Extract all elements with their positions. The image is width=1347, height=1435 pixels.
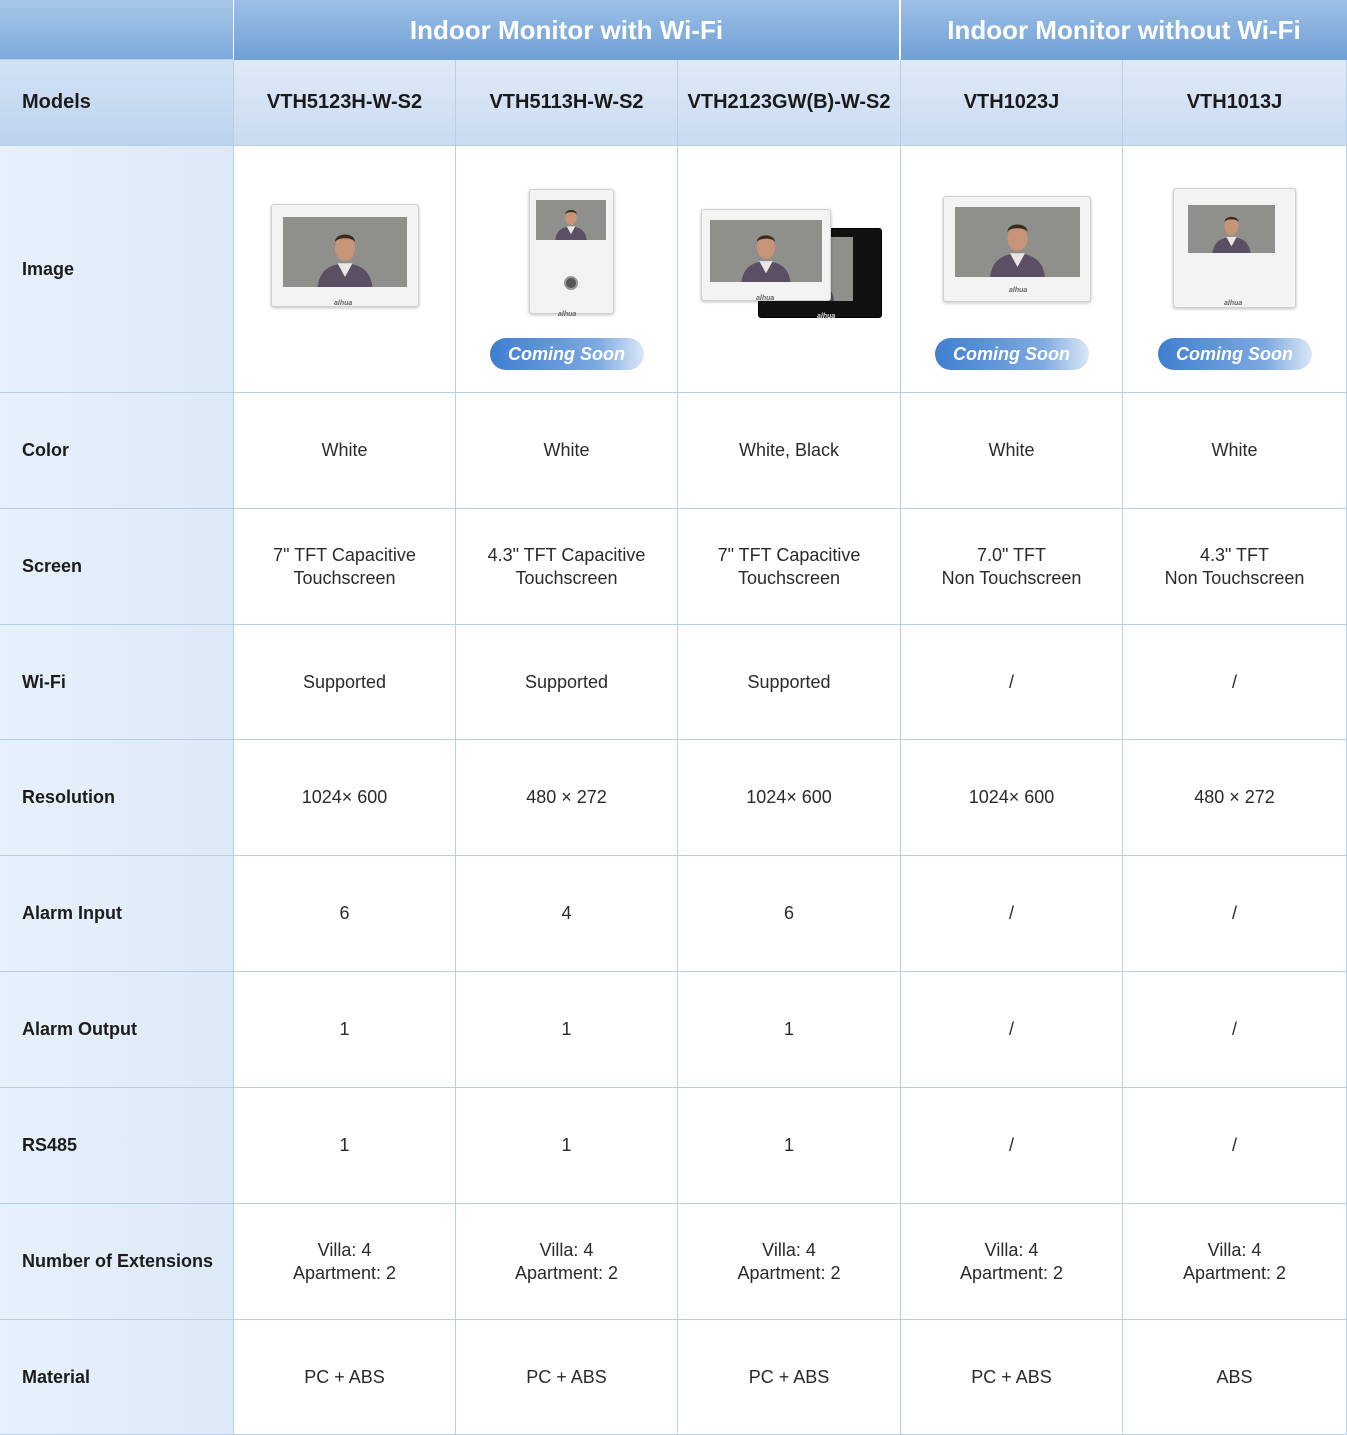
extensions-value: Villa: 4 Apartment: 2 [678,1204,901,1320]
call-button-icon [564,276,578,290]
rs485-value: 1 [234,1088,456,1204]
color-value: White [456,393,678,509]
material-value: PC + ABS [456,1320,678,1435]
portrait-screen [710,220,822,282]
resolution-value: 480 × 272 [456,740,678,856]
alarm-output-value: / [1123,972,1347,1088]
product-image-cell: alhua Coming Soon [1123,146,1347,393]
model-name: VTH2123GW(B)-W-S2 [678,60,901,146]
wifi-value: / [901,625,1123,740]
monitor-image: alhua [701,209,831,302]
portrait-screen [283,217,407,287]
brand-logo: alhua [756,295,775,302]
brand-logo: alhua [817,313,836,320]
alarm-input-value: / [901,856,1123,972]
monitor-image: alhua [1173,188,1296,308]
row-label-alarm-input: Alarm Input [0,856,234,972]
portrait-screen [955,207,1080,277]
resolution-value: 1024× 600 [678,740,901,856]
brand-logo: alhua [1224,300,1243,307]
header-corner [0,0,234,60]
alarm-output-value: 1 [234,972,456,1088]
screen-value: 7" TFT Capacitive Touchscreen [234,509,456,625]
coming-soon-badge: Coming Soon [1157,338,1312,370]
product-image-cell: alhua Coming Soon [456,146,678,393]
row-label-models: Models [0,60,234,146]
comparison-table: Indoor Monitor with Wi-Fi Indoor Monitor… [0,0,1347,1435]
wifi-value: Supported [234,625,456,740]
group-header-no-wifi: Indoor Monitor without Wi-Fi [901,0,1347,60]
rs485-value: 1 [456,1088,678,1204]
rs485-value: / [1123,1088,1347,1204]
product-image-cell: alhua [234,146,456,393]
group-header-wifi: Indoor Monitor with Wi-Fi [234,0,901,60]
color-value: White [1123,393,1347,509]
brand-logo: alhua [558,311,577,318]
color-value: White [901,393,1123,509]
model-name: VTH5113H-W-S2 [456,60,678,146]
wifi-value: Supported [678,625,901,740]
model-name: VTH1023J [901,60,1123,146]
model-name: VTH1013J [1123,60,1347,146]
coming-soon-badge: Coming Soon [934,338,1089,370]
row-label-alarm-output: Alarm Output [0,972,234,1088]
material-value: PC + ABS [678,1320,901,1435]
alarm-input-value: 6 [234,856,456,972]
resolution-value: 480 × 272 [1123,740,1347,856]
screen-value: 4.3" TFT Non Touchscreen [1123,509,1347,625]
resolution-value: 1024× 600 [901,740,1123,856]
brand-logo: alhua [1009,287,1028,294]
product-image-cell: alhua Coming Soon [901,146,1123,393]
wifi-value: Supported [456,625,678,740]
screen-value: 7.0" TFT Non Touchscreen [901,509,1123,625]
screen-value: 7" TFT Capacitive Touchscreen [678,509,901,625]
brand-logo: alhua [334,300,353,307]
model-name: VTH5123H-W-S2 [234,60,456,146]
rs485-value: / [901,1088,1123,1204]
row-label-wifi: Wi-Fi [0,625,234,740]
portrait-screen [536,200,606,240]
extensions-value: Villa: 4 Apartment: 2 [234,1204,456,1320]
row-label-color: Color [0,393,234,509]
alarm-input-value: / [1123,856,1347,972]
screen-value: 4.3" TFT Capacitive Touchscreen [456,509,678,625]
color-value: White, Black [678,393,901,509]
material-value: ABS [1123,1320,1347,1435]
monitor-image: alhua [271,204,419,307]
alarm-input-value: 4 [456,856,678,972]
alarm-output-value: 1 [456,972,678,1088]
portrait-screen [1188,205,1275,253]
alarm-output-value: 1 [678,972,901,1088]
rs485-value: 1 [678,1088,901,1204]
material-value: PC + ABS [234,1320,456,1435]
extensions-value: Villa: 4 Apartment: 2 [901,1204,1123,1320]
alarm-input-value: 6 [678,856,901,972]
row-label-material: Material [0,1320,234,1435]
alarm-output-value: / [901,972,1123,1088]
wifi-value: / [1123,625,1347,740]
coming-soon-badge: Coming Soon [489,338,644,370]
color-value: White [234,393,456,509]
extensions-value: Villa: 4 Apartment: 2 [456,1204,678,1320]
row-label-image: Image [0,146,234,393]
extensions-value: Villa: 4 Apartment: 2 [1123,1204,1347,1320]
row-label-resolution: Resolution [0,740,234,856]
resolution-value: 1024× 600 [234,740,456,856]
row-label-rs485: RS485 [0,1088,234,1204]
row-label-extensions: Number of Extensions [0,1204,234,1320]
product-image-cell: alhua alhua [678,146,901,393]
monitor-image: alhua [943,196,1091,302]
material-value: PC + ABS [901,1320,1123,1435]
row-label-screen: Screen [0,509,234,625]
monitor-image: alhua [529,189,614,318]
